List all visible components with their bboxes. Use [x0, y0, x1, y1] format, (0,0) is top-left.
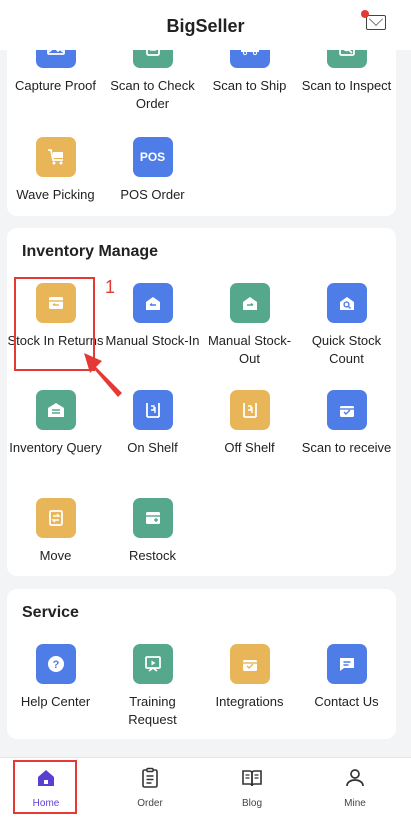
- restock-button[interactable]: Restock: [104, 498, 201, 565]
- svg-text:?: ?: [52, 659, 59, 671]
- tab-blog[interactable]: Blog: [212, 766, 292, 809]
- move-icon: [35, 498, 76, 538]
- highlight-box-home-tab: [13, 760, 77, 814]
- tab-order[interactable]: Order: [110, 766, 190, 809]
- stock-out-icon: [229, 283, 270, 323]
- clipboard-icon: [142, 767, 158, 788]
- integrations-button[interactable]: Integrations: [201, 644, 298, 711]
- off-shelf-button[interactable]: Off Shelf: [201, 390, 298, 457]
- receive-icon: [326, 390, 367, 430]
- service-card: Service ? Help Center Training Request I…: [7, 589, 396, 739]
- inventory-query-button[interactable]: Inventory Query: [7, 390, 104, 457]
- move-button[interactable]: Move: [7, 498, 104, 565]
- wave-picking-button[interactable]: Wave Picking: [7, 137, 104, 204]
- stock-in-icon: [132, 283, 173, 323]
- on-shelf-button[interactable]: On Shelf: [104, 390, 201, 457]
- warehouse-icon: [35, 390, 76, 430]
- help-center-button[interactable]: ? Help Center: [7, 644, 104, 711]
- help-icon: ?: [35, 644, 76, 684]
- training-icon: [132, 644, 173, 684]
- manual-stock-out-button[interactable]: Manual Stock-Out: [201, 283, 298, 368]
- app-header: BigSeller: [0, 0, 411, 50]
- manual-stock-in-button[interactable]: Manual Stock-In: [104, 283, 201, 350]
- off-shelf-icon: [229, 390, 270, 430]
- pointer-arrow: [84, 353, 122, 397]
- section-title-inventory: Inventory Manage: [22, 243, 159, 260]
- pos-icon: POS: [132, 137, 173, 177]
- notification-dot: [361, 10, 369, 18]
- app-title: BigSeller: [166, 16, 245, 36]
- pos-order-button[interactable]: POS POS Order: [104, 137, 201, 204]
- training-request-button[interactable]: Training Request: [104, 644, 201, 729]
- user-icon: [346, 769, 364, 787]
- mail-icon[interactable]: [361, 10, 386, 30]
- order-tools-card: Capture Proof Scan to Check Order Scan t…: [7, 28, 396, 216]
- quick-stock-count-button[interactable]: Quick Stock Count: [298, 283, 395, 368]
- integrations-icon: [229, 644, 270, 684]
- cart-icon: [35, 137, 76, 177]
- tab-mine[interactable]: Mine: [315, 766, 395, 809]
- section-title-service: Service: [22, 604, 79, 621]
- step-number: 1: [105, 277, 116, 297]
- stock-count-icon: [326, 283, 367, 323]
- chat-icon: [326, 644, 367, 684]
- scan-to-receive-button[interactable]: Scan to receive: [298, 390, 395, 457]
- restock-icon: [132, 498, 173, 538]
- contact-us-button[interactable]: Contact Us: [298, 644, 395, 711]
- on-shelf-icon: [132, 390, 173, 430]
- book-icon: [242, 770, 262, 787]
